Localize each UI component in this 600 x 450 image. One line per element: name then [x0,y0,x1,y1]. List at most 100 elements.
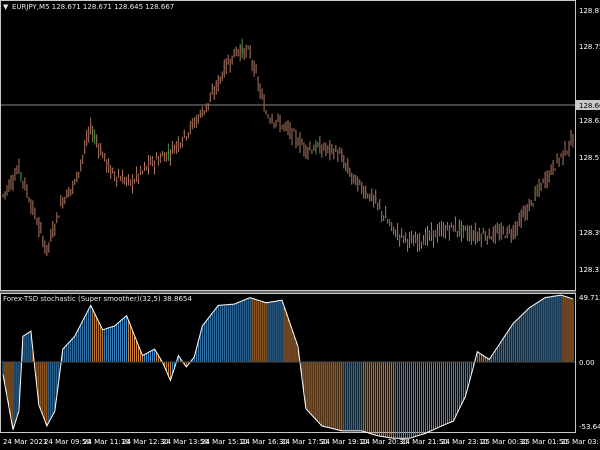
price-tick-label: 128.635 [579,117,600,125]
candle-body [375,196,377,203]
candle-body [299,138,301,147]
candle-body [436,230,439,238]
candle-body [80,163,82,165]
candle-body [520,215,522,225]
candle-body [434,231,437,238]
candle-body [24,181,26,189]
candle-body [424,233,427,244]
candle-body [542,179,544,181]
candle-body [379,206,381,208]
candle-body [438,227,441,235]
price-tick-label: 128.875 [579,7,600,15]
candle-body [4,191,6,193]
candle-body [420,242,423,245]
candle-body [66,190,68,199]
candle-body [32,203,34,212]
candle-body [26,190,28,193]
candle-body [365,190,367,195]
candle-body [524,211,526,214]
candle-body [155,156,158,159]
candle-body [395,234,397,237]
candle-body [335,147,337,151]
candle-body [430,229,433,237]
candle-body [518,216,520,221]
candle-body [241,45,243,54]
candle-body [295,134,297,141]
candle-body [319,142,321,154]
candle-body [195,118,197,121]
candle-body [412,242,415,246]
price-axis: 128.875 128.755 128.667 128.635 128.515 … [576,7,600,274]
candle-body [570,137,572,140]
candle-body [273,122,275,125]
candle-body [14,175,16,180]
candle-body [185,137,187,139]
candle-body [385,213,387,219]
candle-body [391,222,393,227]
candle-body [327,146,329,148]
candle-body [6,187,8,190]
candle-body [203,110,205,112]
candle-body [74,181,76,183]
candle-body [466,232,468,236]
candle-body [552,163,554,172]
candle-body [231,55,233,64]
candle-body [321,149,323,153]
candle-body [96,141,98,143]
candle-body [259,89,261,93]
candle-body [548,172,550,179]
candle-body [432,230,435,241]
candle-body [169,155,172,158]
candle-body [468,231,470,237]
candle-body [167,151,170,155]
candle-body [389,222,391,225]
candlestick-series[interactable] [2,38,574,257]
candle-body [544,178,546,185]
candle-body [484,237,486,239]
candle-body [60,201,62,206]
candle-body [428,232,431,236]
candle-body [104,153,106,159]
candle-body [171,145,174,147]
candle-body [16,170,18,173]
candle-body [88,132,90,136]
candle-body [510,235,512,237]
candle-body [249,51,251,56]
candle-body [337,154,339,157]
candle-body [213,93,215,95]
candle-body [367,196,369,198]
candle-body [401,231,403,233]
candle-body [444,229,447,235]
candle-body [568,148,570,150]
symbol-dropdown-caret[interactable]: ▼ [3,3,9,11]
candle-body [456,230,459,233]
candle-body [514,227,516,232]
candle-body [129,180,132,185]
candle-body [307,150,309,153]
candle-body [305,146,307,154]
candle-body [480,235,482,241]
candle-body [183,130,185,136]
candle-body [177,141,179,147]
candle-body [482,232,484,234]
candle-body [131,178,134,186]
candle-body [163,155,166,162]
candle-body [229,64,231,66]
candle-body [311,150,313,153]
candle-body [30,204,32,209]
indicator-tick-label: 49.7138 [579,294,600,302]
candle-body [464,226,466,229]
candle-body [56,214,58,217]
candle-body [68,190,70,197]
candle-body [283,125,285,127]
candle-body [478,234,480,240]
candle-body [371,191,373,201]
candle-body [490,238,492,240]
candle-body [522,212,524,216]
candle-body [279,122,281,128]
candle-body [269,119,271,121]
candle-body [387,220,389,223]
candle-body [135,172,138,177]
candle-body [329,145,331,153]
candle-body [440,228,443,230]
